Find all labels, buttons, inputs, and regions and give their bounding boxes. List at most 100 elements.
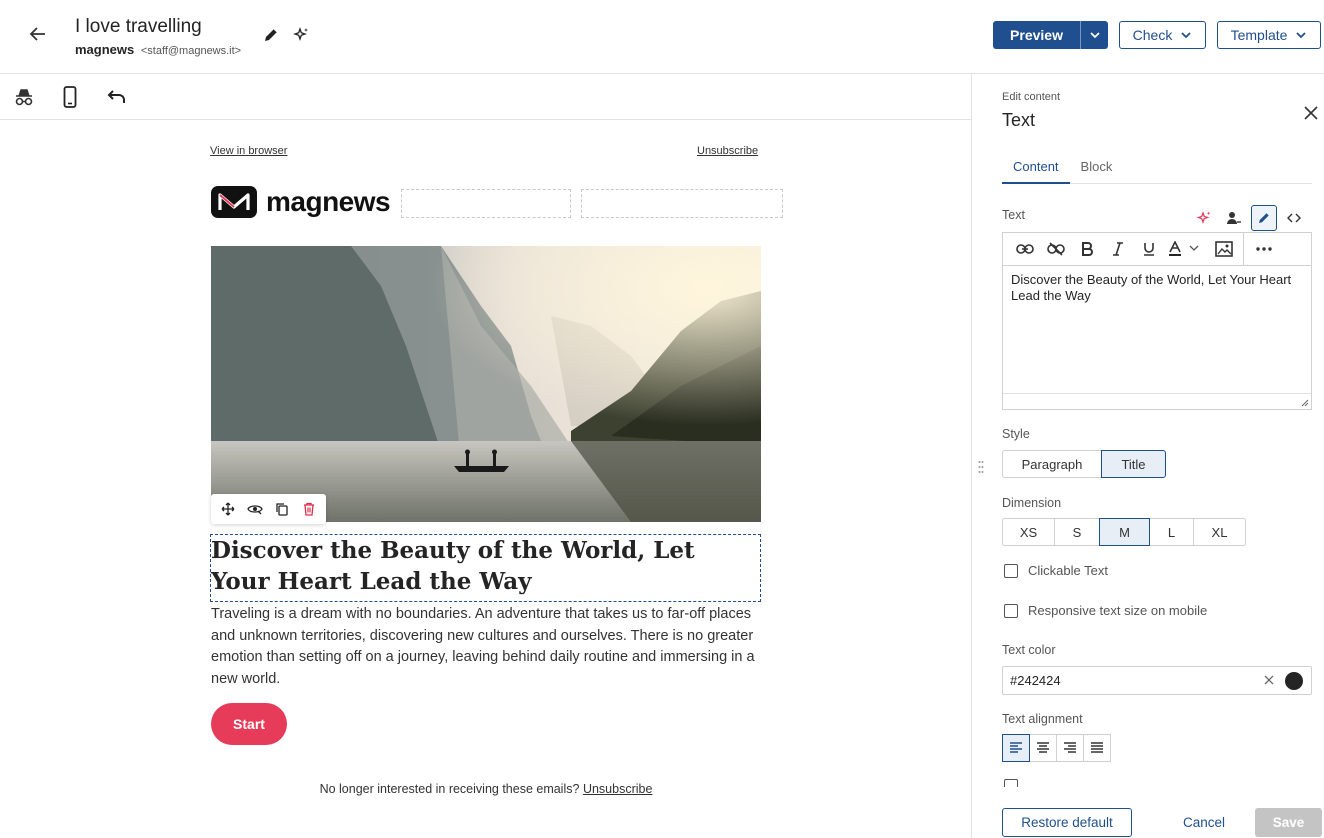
email-body-text[interactable]: Traveling is a dream with no boundaries.…: [211, 604, 761, 690]
mobile-icon[interactable]: [57, 84, 83, 110]
title-block: I love travelling magnews <staff@magnews…: [75, 15, 241, 59]
dimension-selector: XS S M L XL: [1002, 518, 1246, 546]
trash-icon[interactable]: [298, 498, 320, 520]
preview-button[interactable]: Preview: [993, 21, 1080, 49]
underline-icon[interactable]: [1133, 236, 1164, 262]
dimension-xl-option[interactable]: XL: [1193, 518, 1246, 546]
code-icon[interactable]: [1281, 205, 1307, 231]
text-alignment-label: Text alignment: [1002, 712, 1083, 726]
undo-icon[interactable]: [104, 84, 130, 110]
panel-title: Text: [1002, 110, 1036, 130]
resize-handle-icon[interactable]: [1301, 399, 1309, 407]
tab-block[interactable]: Block: [1070, 158, 1124, 184]
template-button[interactable]: Template: [1217, 21, 1321, 49]
save-button[interactable]: Save: [1255, 808, 1322, 837]
preview-dropdown-button[interactable]: [1080, 21, 1108, 49]
dimension-xs-option[interactable]: XS: [1002, 518, 1055, 546]
footer-text: No longer interested in receiving these …: [319, 782, 580, 796]
back-arrow-icon[interactable]: [26, 22, 50, 46]
chevron-down-icon: [1296, 32, 1307, 39]
drag-handle-icon[interactable]: [978, 460, 984, 474]
align-justify-icon[interactable]: [1083, 734, 1111, 762]
unlink-icon[interactable]: [1040, 236, 1071, 262]
responsive-text-checkbox[interactable]: Responsive text size on mobile: [1004, 603, 1207, 618]
incognito-icon[interactable]: [11, 84, 37, 110]
image-icon[interactable]: [1208, 236, 1239, 262]
text-editor: Discover the Beauty of the World, Let Yo…: [1002, 232, 1312, 410]
dimension-l-option[interactable]: L: [1149, 518, 1194, 546]
clickable-text-checkbox[interactable]: Clickable Text: [1004, 563, 1108, 578]
check-button-label: Check: [1132, 27, 1173, 43]
panel-subtitle: Edit content: [1002, 91, 1061, 103]
visibility-icon[interactable]: [244, 498, 266, 520]
tab-content[interactable]: Content: [1002, 158, 1070, 184]
preview-button-group: Preview: [993, 21, 1108, 49]
email-canvas: View in browser Unsubscribe magnews Disc…: [0, 120, 971, 838]
style-paragraph-option[interactable]: Paragraph: [1002, 450, 1102, 478]
view-in-browser-link[interactable]: View in browser: [210, 145, 287, 157]
empty-slot[interactable]: [401, 189, 571, 218]
pencil-icon: [1259, 213, 1269, 223]
font-color-icon[interactable]: [1164, 236, 1208, 262]
italic-icon[interactable]: [1102, 236, 1133, 262]
email-footer: No longer interested in receiving these …: [0, 782, 972, 796]
ai-sparkle-icon[interactable]: [1191, 205, 1217, 231]
personalization-icon[interactable]: [1221, 205, 1247, 231]
responsive-text-label: Responsive text size on mobile: [1028, 603, 1208, 618]
text-color-label: Text color: [1002, 643, 1056, 657]
empty-slot[interactable]: [581, 189, 783, 218]
close-icon[interactable]: [1300, 102, 1322, 124]
sender-info: magnews <staff@magnews.it>: [75, 42, 241, 59]
email-headline[interactable]: Discover the Beauty of the World, Let Yo…: [211, 535, 759, 597]
more-options-icon[interactable]: [1248, 236, 1279, 262]
sender-email: <staff@magnews.it>: [140, 45, 242, 57]
block-actions: [211, 494, 326, 524]
chevron-down-icon: [1089, 32, 1100, 39]
align-right-icon[interactable]: [1056, 734, 1084, 762]
footer-unsubscribe-link[interactable]: Unsubscribe: [583, 782, 652, 796]
text-color-value: #242424: [1010, 673, 1061, 688]
chevron-down-icon: [1181, 32, 1191, 39]
editor-textarea[interactable]: Discover the Beauty of the World, Let Yo…: [1003, 266, 1311, 393]
start-cta-button[interactable]: Start: [211, 703, 287, 745]
editor-format-bar: [1003, 232, 1311, 266]
cancel-button[interactable]: Cancel: [1172, 808, 1236, 837]
sender-name: magnews: [75, 42, 135, 57]
checkbox: [1004, 603, 1018, 618]
text-color-input[interactable]: #242424: [1002, 666, 1312, 695]
logo-text: magnews: [266, 186, 391, 217]
clear-icon[interactable]: [1261, 672, 1277, 688]
text-field-label: Text: [1002, 208, 1025, 222]
edit-content-panel: Edit content Text Content Block Text Dis…: [971, 74, 1324, 838]
style-label: Style: [1002, 427, 1030, 441]
editor-resize-bar: [1003, 393, 1311, 409]
move-icon[interactable]: [217, 498, 239, 520]
ai-sparkle-icon[interactable]: [290, 24, 312, 46]
link-icon[interactable]: [1009, 236, 1040, 262]
dimension-label: Dimension: [1002, 496, 1062, 510]
style-selector: Paragraph Title: [1002, 450, 1166, 478]
text-alignment-selector: [1002, 734, 1111, 762]
hero-image[interactable]: [211, 246, 761, 522]
partially-hidden-checkbox[interactable]: [1004, 779, 1304, 787]
template-button-label: Template: [1230, 27, 1288, 43]
visual-edit-toggle[interactable]: [1251, 205, 1277, 231]
align-left-icon[interactable]: [1002, 734, 1030, 762]
duplicate-icon[interactable]: [271, 498, 293, 520]
dimension-m-option[interactable]: M: [1099, 518, 1150, 546]
restore-default-button[interactable]: Restore default: [1002, 808, 1132, 837]
style-title-option[interactable]: Title: [1101, 450, 1166, 478]
align-center-icon[interactable]: [1029, 734, 1057, 762]
magnews-logo-icon: [211, 186, 257, 218]
top-bar: I love travelling magnews <staff@magnews…: [0, 0, 1324, 74]
pencil-icon[interactable]: [260, 24, 282, 46]
color-swatch[interactable]: [1285, 672, 1303, 690]
dimension-s-option[interactable]: S: [1054, 518, 1100, 546]
magnews-logo[interactable]: magnews: [211, 186, 391, 218]
bold-icon[interactable]: [1071, 236, 1102, 262]
editor-toolbar: [0, 74, 971, 120]
unsubscribe-top-link[interactable]: Unsubscribe: [697, 145, 758, 157]
clickable-text-label: Clickable Text: [1028, 563, 1108, 578]
checkbox: [1004, 563, 1018, 578]
check-button[interactable]: Check: [1119, 21, 1206, 49]
